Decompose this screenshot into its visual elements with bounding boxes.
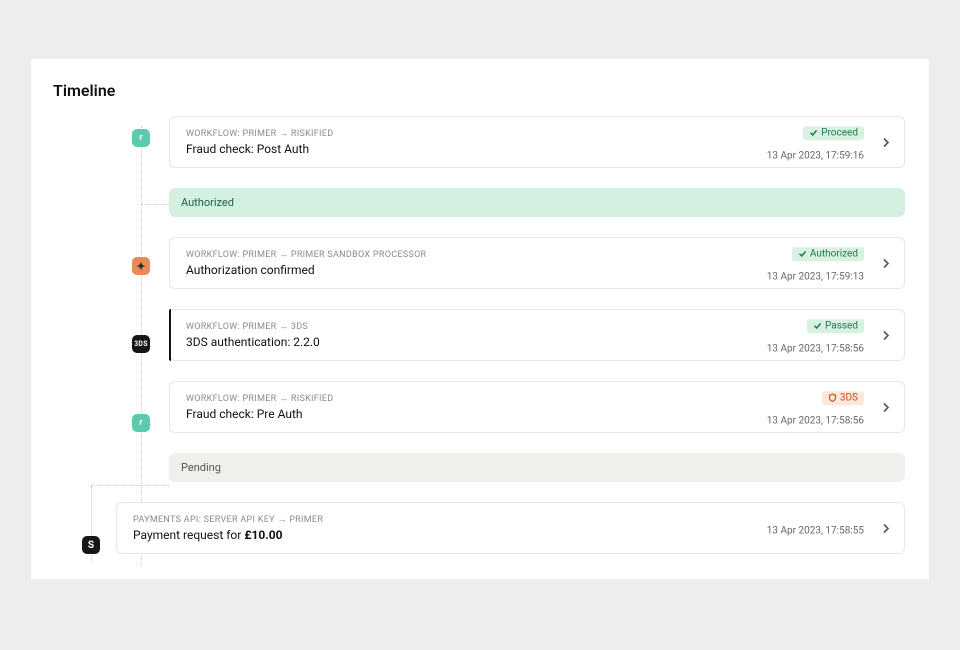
chevron-right-icon: [882, 254, 890, 273]
event-timestamp: 13 Apr 2023, 17:58:56: [767, 343, 864, 354]
timeline-row-authorization-confirmed[interactable]: WORKFLOW: PRIMER → PRIMER SANDBOX PROCES…: [169, 237, 905, 289]
event-title: Fraud check: Post Auth: [186, 142, 864, 156]
badge-text: Proceed: [821, 128, 858, 138]
marker-riskified-icon: r: [132, 414, 150, 432]
status-badge: Proceed: [803, 126, 864, 140]
event-meta: 13 Apr 2023, 17:58:55: [767, 519, 864, 538]
event-timestamp: 13 Apr 2023, 17:59:16: [767, 150, 864, 161]
chevron-right-icon: [882, 326, 890, 345]
workflow-label: PAYMENTS API: SERVER API KEY → PRIMER: [133, 514, 864, 525]
workflow-label: WORKFLOW: PRIMER → 3DS: [186, 321, 864, 332]
event-timestamp: 13 Apr 2023, 17:58:55: [767, 526, 864, 537]
event-meta: Authorized 13 Apr 2023, 17:59:13: [767, 243, 864, 283]
workflow-label: WORKFLOW: PRIMER → RISKIFIED: [186, 393, 864, 404]
event-meta: Proceed 13 Apr 2023, 17:59:16: [767, 122, 864, 162]
timeline-row-fraud-post-auth[interactable]: WORKFLOW: PRIMER → RISKIFIED Fraud check…: [169, 116, 905, 168]
marker-processor-icon: ✦: [132, 257, 150, 275]
chevron-right-icon: [882, 133, 890, 152]
check-icon: [809, 128, 818, 137]
event-title: Payment request for £10.00: [133, 528, 864, 542]
marker-riskified-icon: r: [132, 129, 150, 147]
timeline-row-payment-request[interactable]: PAYMENTS API: SERVER API KEY → PRIMER Pa…: [116, 502, 905, 554]
badge-text: Passed: [825, 321, 858, 331]
timeline-row-3ds-authentication[interactable]: WORKFLOW: PRIMER → 3DS 3DS authenticatio…: [169, 309, 905, 361]
event-meta: Passed 13 Apr 2023, 17:58:56: [767, 315, 864, 355]
event-title: Authorization confirmed: [186, 263, 864, 277]
status-badge: 3DS: [822, 391, 864, 405]
marker-server-api-icon: S: [82, 536, 100, 554]
status-badge: Passed: [807, 319, 864, 333]
workflow-label: WORKFLOW: PRIMER → RISKIFIED: [186, 128, 864, 139]
connector: [141, 204, 169, 205]
timeline-list: r WORKFLOW: PRIMER → RISKIFIED Fraud che…: [31, 116, 929, 554]
event-title-prefix: Payment request for: [133, 528, 244, 542]
timeline-panel: Timeline r WORKFLOW: PRIMER → RISKIFIED …: [31, 59, 929, 579]
timeline-row-fraud-pre-auth[interactable]: WORKFLOW: PRIMER → RISKIFIED Fraud check…: [169, 381, 905, 433]
chevron-right-icon: [882, 398, 890, 417]
check-icon: [798, 249, 807, 258]
status-bar-pending: Pending: [169, 453, 905, 482]
event-title: Fraud check: Pre Auth: [186, 407, 864, 421]
status-badge: Authorized: [792, 247, 864, 261]
workflow-label: WORKFLOW: PRIMER → PRIMER SANDBOX PROCES…: [186, 249, 864, 260]
shield-icon: [828, 393, 837, 402]
chevron-right-icon: [882, 519, 890, 538]
badge-text: Authorized: [810, 249, 858, 259]
event-timestamp: 13 Apr 2023, 17:59:13: [767, 271, 864, 282]
connector: [91, 485, 169, 486]
badge-text: 3DS: [840, 393, 858, 403]
page-title: Timeline: [53, 81, 929, 100]
event-meta: 3DS 13 Apr 2023, 17:58:56: [767, 387, 864, 427]
event-timestamp: 13 Apr 2023, 17:58:56: [767, 415, 864, 426]
marker-3ds-icon: 3DS: [132, 335, 150, 353]
check-icon: [813, 321, 822, 330]
event-title: 3DS authentication: 2.2.0: [186, 335, 864, 349]
payment-amount: £10.00: [244, 528, 282, 542]
status-bar-authorized: Authorized: [169, 188, 905, 217]
